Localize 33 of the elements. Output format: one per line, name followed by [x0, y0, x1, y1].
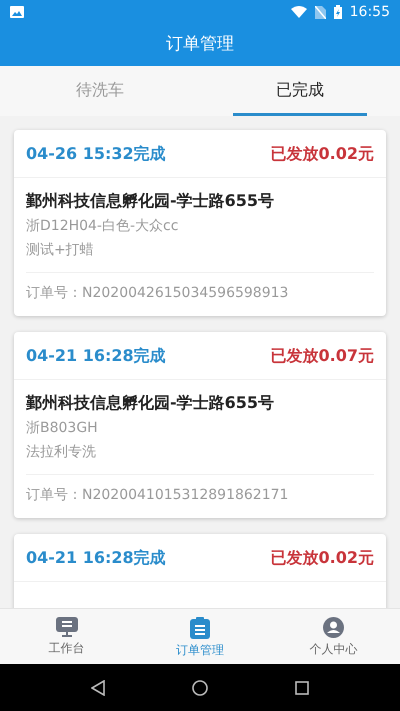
order-card[interactable]: 04-21 16:28完成 已发放0.02元 [14, 534, 386, 608]
payout-amount: 已发放0.02元 [270, 546, 374, 568]
order-number: 订单号：N2020042615034596598913 [26, 272, 374, 316]
service-name: 法拉利专洗 [26, 443, 97, 462]
monitor-icon [56, 617, 78, 637]
no-sim-icon [314, 6, 326, 18]
car-info: 浙D12H04-白色-大众cc [26, 217, 180, 236]
recents-icon[interactable] [294, 680, 309, 694]
order-card[interactable]: 04-21 16:28完成 已发放0.07元 鄞州科技信息孵化园-学士路655号 浙B803GH 法拉利专洗 订单号：N2020041015312891862171 [14, 332, 386, 518]
order-card[interactable]: 04-26 15:32完成 已发放0.02元 鄞州科技信息孵化园-学士路655号 浙D12H04-白色-大众cc 测试+打蜡 订单号：N2020042615034596598913 [14, 130, 386, 316]
nav-tab[interactable]: 订单管理 [133, 609, 267, 664]
completion-time: 04-21 16:28完成 [26, 546, 166, 568]
back-icon[interactable] [91, 680, 106, 696]
battery-icon [334, 5, 342, 19]
person-icon [322, 617, 344, 638]
order-address: 鄞州科技信息孵化园-学士路655号 [26, 190, 276, 212]
image-icon [10, 6, 24, 18]
order-number: 订单号：N2020041015312891862171 [26, 474, 374, 518]
page-title: 订单管理 [166, 33, 234, 56]
payout-amount: 已发放0.07元 [270, 344, 374, 366]
payout-amount: 已发放0.02元 [270, 142, 374, 164]
completion-time: 04-26 15:32完成 [26, 142, 166, 164]
completion-time: 04-21 16:28完成 [26, 344, 166, 366]
clipboard-icon [190, 617, 210, 639]
tab[interactable]: 已完成 [233, 66, 367, 116]
nav-tab[interactable]: 工作台 [0, 609, 134, 664]
nav-tab[interactable]: 个人中心 [266, 609, 400, 664]
car-info: 浙B803GH [26, 419, 99, 438]
order-address: 鄞州科技信息孵化园-学士路655号 [26, 392, 276, 414]
wifi-icon [290, 6, 307, 18]
status-time: 16:55 [350, 2, 390, 22]
home-icon[interactable] [192, 680, 208, 696]
service-name: 测试+打蜡 [26, 241, 95, 260]
